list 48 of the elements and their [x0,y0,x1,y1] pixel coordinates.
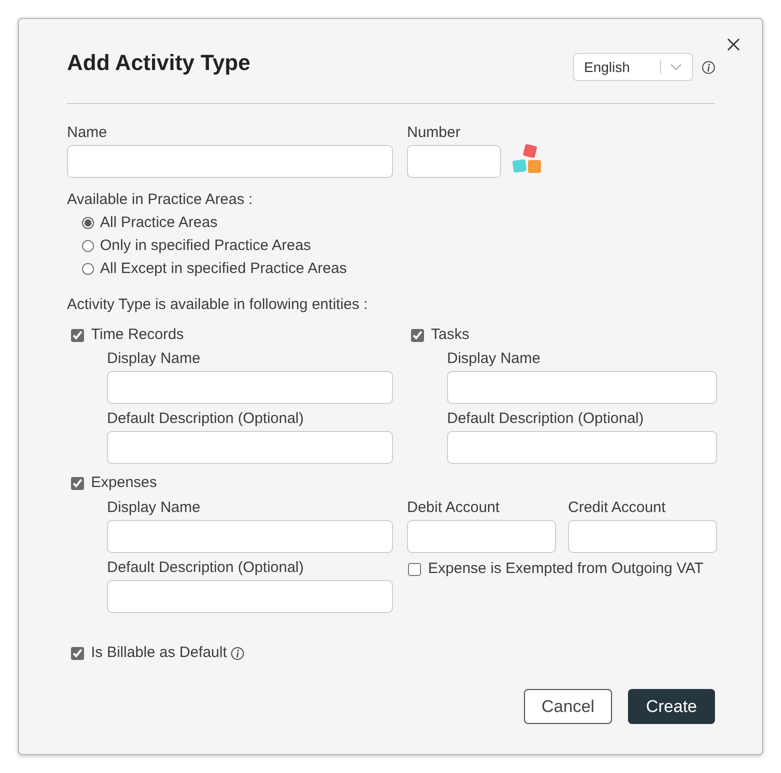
section-label: Available in Practice Areas : [67,190,253,210]
radio-button[interactable] [82,240,94,252]
checkbox[interactable] [71,646,84,660]
field-label: Display Name [107,349,200,369]
checkbox-label: Is Billable as Default [91,642,227,663]
field-label: Number [407,123,460,143]
name-field[interactable] [67,145,393,178]
checkbox[interactable] [71,476,84,490]
field-label: Name [67,123,108,143]
checkbox-label: Time Records [91,324,184,345]
description-field[interactable] [447,431,717,464]
field-label: Default Description (Optional) [107,409,304,429]
field-label: Credit Account [568,498,666,518]
field-label: Display Name [107,498,200,518]
checkbox-label: Expense is Exempted from Outgoing VAT [428,558,704,579]
radio-label: Only in specified Practice Areas [100,236,311,256]
number-field[interactable] [407,145,501,178]
language-select[interactable]: English [573,53,693,81]
checkbox[interactable] [408,562,421,576]
checkbox[interactable] [71,328,84,342]
debit-account-field[interactable] [407,520,556,553]
field-label: Display Name [447,349,540,369]
chevron-down-icon [670,63,682,71]
section-label: Activity Type is available in following entities : [67,295,368,315]
radio-label: All Practice Areas [100,212,218,233]
number-blocks-icon [511,143,542,174]
field-label: Debit Account [407,498,500,518]
checkbox-label: Tasks [431,324,470,345]
field-label: Default Description (Optional) [447,409,644,429]
close-button[interactable] [727,38,740,51]
description-field[interactable] [107,580,393,613]
close-icon [727,38,740,51]
radio-label: All Except in specified Practice Areas [100,258,347,279]
radio-button[interactable] [82,263,94,275]
info-icon [230,646,244,660]
display-name-field[interactable] [107,520,393,553]
checkbox-label: Expenses [91,472,157,493]
display-name-field[interactable] [447,371,717,404]
radio-button[interactable] [82,217,94,229]
checkbox[interactable] [411,328,424,342]
display-name-field[interactable] [107,371,393,404]
dialog-title: Add Activity Type [67,49,250,77]
description-field[interactable] [107,431,393,464]
info-icon [702,60,715,74]
field-label: Default Description (Optional) [107,558,304,578]
credit-account-field[interactable] [568,520,717,553]
create-button[interactable]: Create [628,689,715,724]
cancel-button[interactable]: Cancel [524,689,612,724]
